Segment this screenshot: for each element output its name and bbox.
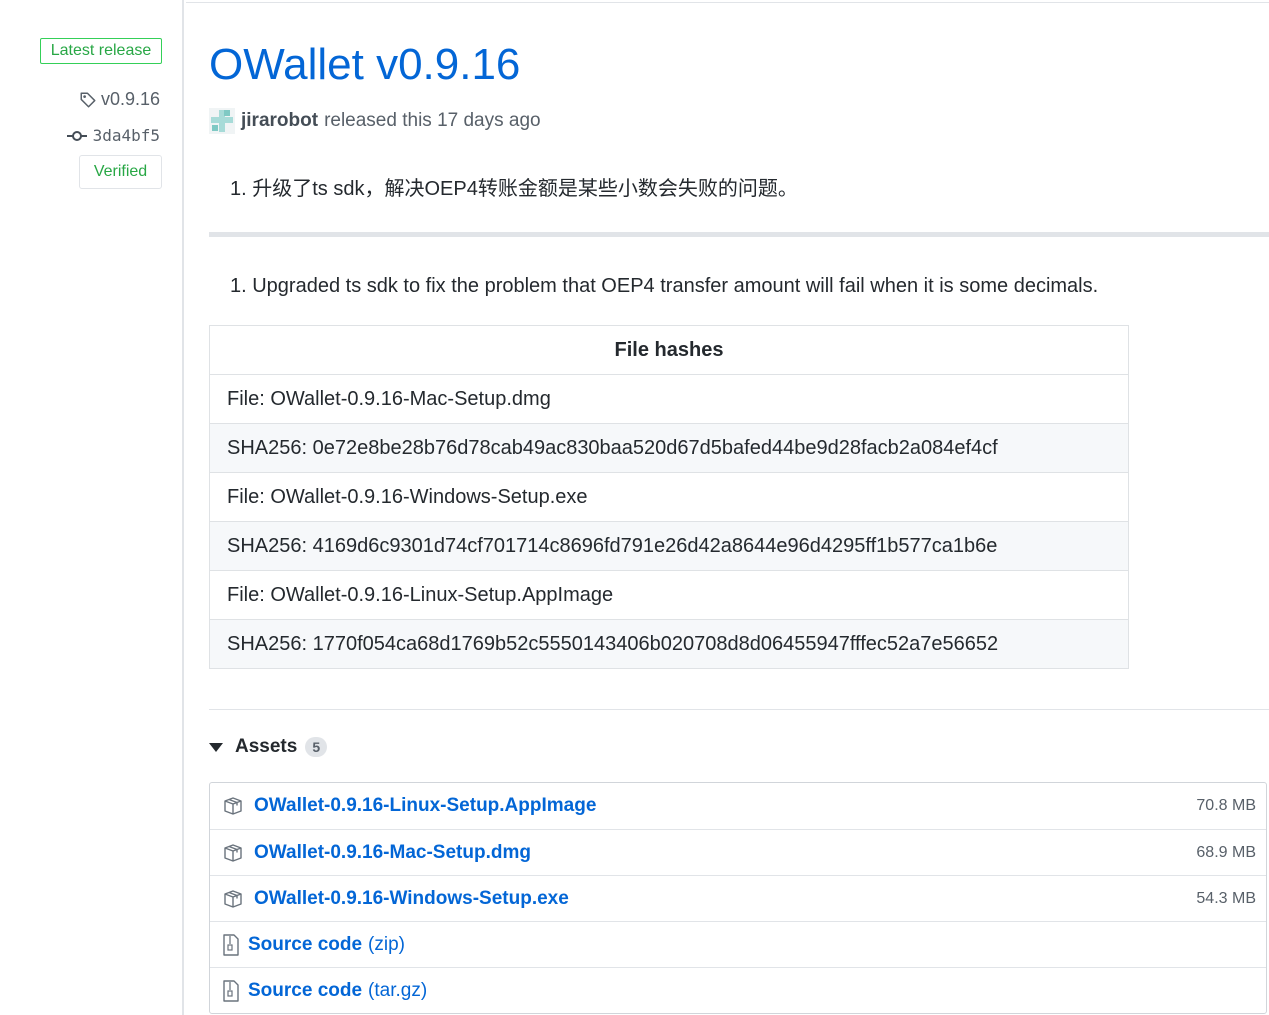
asset-format[interactable]: (tar.gz) xyxy=(368,980,427,1002)
release-sidebar: Latest release v0.9.16 3da4bf5 Verified xyxy=(0,0,184,1015)
asset-item-source-targz: Source code (tar.gz) xyxy=(210,967,1266,1013)
asset-link[interactable]: OWallet-0.9.16-Mac-Setup.dmg xyxy=(254,842,531,864)
table-row: SHA256: 0e72e8be28b76d78cab49ac830baa520… xyxy=(209,423,1129,473)
table-row: File: OWallet-0.9.16-Mac-Setup.dmg xyxy=(209,374,1129,424)
asset-list: OWallet-0.9.16-Linux-Setup.AppImage 70.8… xyxy=(209,782,1267,1014)
file-zip-icon xyxy=(223,979,239,1002)
asset-item-linux: OWallet-0.9.16-Linux-Setup.AppImage 70.8… xyxy=(210,783,1266,829)
assets-divider xyxy=(209,709,1269,710)
asset-link[interactable]: OWallet-0.9.16-Windows-Setup.exe xyxy=(254,888,569,910)
release-note-en: 1. Upgraded ts sdk to fix the problem th… xyxy=(230,275,1099,297)
asset-size: 70.8 MB xyxy=(1196,797,1256,814)
asset-format[interactable]: (zip) xyxy=(368,934,405,956)
table-row: File: OWallet-0.9.16-Windows-Setup.exe xyxy=(209,472,1129,522)
assets-toggle[interactable]: Assets 5 xyxy=(209,736,328,758)
table-row: SHA256: 4169d6c9301d74cf701714c8696fd791… xyxy=(209,521,1129,571)
release-time: released this 17 days ago xyxy=(324,110,541,131)
avatar[interactable] xyxy=(209,108,235,134)
release-title[interactable]: OWallet v0.9.16 xyxy=(209,40,520,90)
package-icon xyxy=(224,843,242,862)
asset-link[interactable]: OWallet-0.9.16-Linux-Setup.AppImage xyxy=(254,795,596,817)
release-note-zh: 1. 升级了ts sdk，解决OEP4转账金额是某些小数会失败的问题。 xyxy=(230,178,798,200)
asset-link[interactable]: Source code xyxy=(248,934,362,956)
asset-size: 68.9 MB xyxy=(1196,843,1256,861)
verified-badge[interactable]: Verified xyxy=(79,155,162,189)
asset-item-mac: OWallet-0.9.16-Mac-Setup.dmg 68.9 MB xyxy=(210,829,1266,875)
table-row: File: OWallet-0.9.16-Linux-Setup.AppImag… xyxy=(209,570,1129,620)
package-icon xyxy=(224,797,242,815)
commit-icon xyxy=(66,130,87,141)
package-icon xyxy=(224,889,242,908)
latest-release-badge: Latest release xyxy=(40,38,162,64)
assets-label: Assets xyxy=(235,736,298,757)
asset-item-windows: OWallet-0.9.16-Windows-Setup.exe 54.3 MB xyxy=(210,875,1266,921)
release-byline: jirarobot released this 17 days ago xyxy=(209,108,541,134)
table-row: SHA256: 1770f054ca68d1769b52c5550143406b… xyxy=(209,619,1129,669)
tag-icon xyxy=(80,92,96,107)
asset-size: 54.3 MB xyxy=(1196,889,1256,907)
commit-link[interactable]: 3da4bf5 xyxy=(66,126,160,145)
notes-divider xyxy=(209,232,1269,237)
asset-link[interactable]: Source code xyxy=(248,980,362,1002)
commit-sha: 3da4bf5 xyxy=(92,126,160,145)
asset-item-source-zip: Source code (zip) xyxy=(210,921,1266,967)
tag-label: v0.9.16 xyxy=(100,89,160,109)
file-hashes-table: File hashes File: OWallet-0.9.16-Mac-Set… xyxy=(209,325,1129,669)
assets-count-badge: 5 xyxy=(305,737,328,757)
table-header: File hashes xyxy=(209,325,1129,375)
tag-link[interactable]: v0.9.16 xyxy=(79,89,160,110)
top-divider xyxy=(186,2,1269,3)
triangle-down-icon xyxy=(209,742,223,752)
file-zip-icon xyxy=(223,933,239,956)
author-link[interactable]: jirarobot xyxy=(241,110,318,132)
